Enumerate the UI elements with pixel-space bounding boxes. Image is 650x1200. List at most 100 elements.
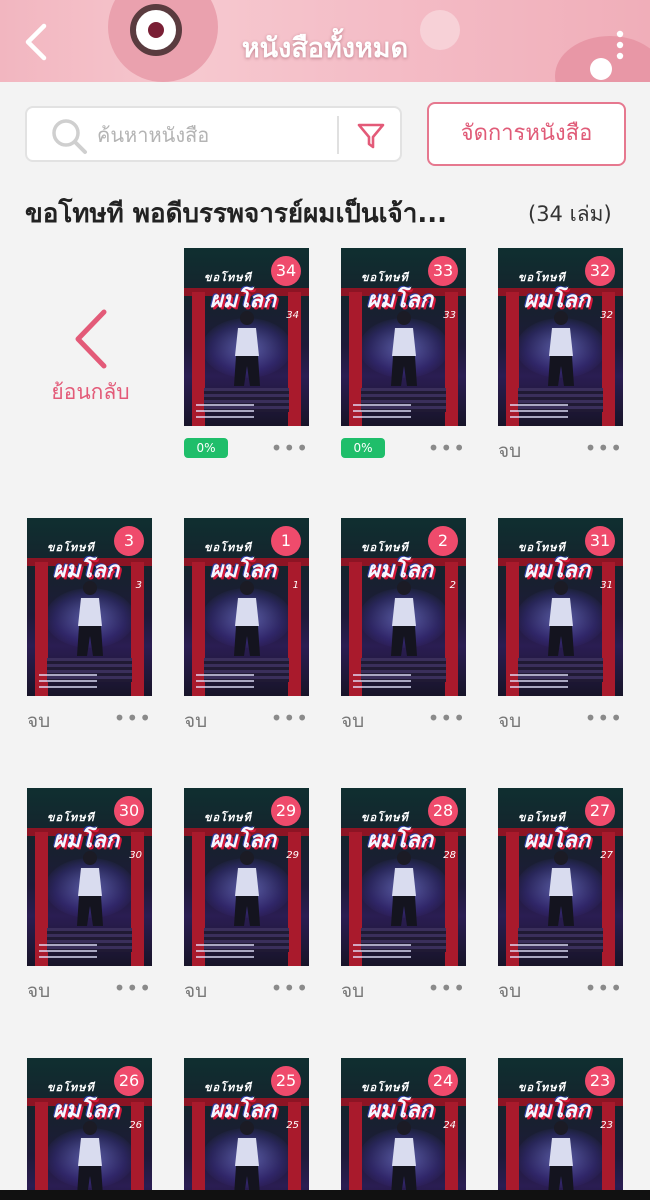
more-options-icon[interactable]: ••• xyxy=(585,976,623,1000)
book-cover[interactable]: ขอโทษที ผมโลก 34 34 xyxy=(184,248,309,426)
book-status: จบ xyxy=(184,980,208,1002)
book-cover[interactable]: ขอโทษที ผมโลก 27 27 xyxy=(498,788,623,966)
manage-books-button[interactable]: จัดการหนังสือ xyxy=(427,102,626,166)
reading-progress-badge: 0% xyxy=(341,438,385,458)
cover-logo-title: ผมโลก xyxy=(210,558,277,583)
book-cover[interactable]: ขอโทษที ผมโลก 2 2 xyxy=(341,518,466,696)
cover-credits xyxy=(353,940,411,958)
book-cover[interactable]: ขอโทษที ผมโลก 3 3 xyxy=(27,518,152,696)
book-item[interactable]: ขอโทษที ผมโลก 26 26 xyxy=(27,1058,152,1200)
cover-credit-line xyxy=(196,416,254,418)
book-item[interactable]: ขอโทษที ผมโลก 2 2 จบ ••• xyxy=(341,518,466,733)
cover-torii-pillar xyxy=(602,1102,615,1200)
back-label: ย้อนกลับ xyxy=(51,380,130,404)
cover-character-illustration xyxy=(391,1121,417,1196)
filter-icon[interactable] xyxy=(355,120,387,152)
book-cover[interactable]: ขอโทษที ผมโลก 31 31 xyxy=(498,518,623,696)
book-cover[interactable]: ขอโทษที ผมโลก 24 24 xyxy=(341,1058,466,1200)
cover-credit-line xyxy=(510,944,568,946)
book-item[interactable]: ขอโทษที ผมโลก 25 25 xyxy=(184,1058,309,1200)
more-options-icon[interactable]: ••• xyxy=(585,436,623,460)
cover-volume-mark: 26 xyxy=(129,1120,142,1131)
cover-credit-line xyxy=(196,686,254,688)
book-cover[interactable]: ขอโทษที ผมโลก 29 29 xyxy=(184,788,309,966)
cover-logo-title: ผมโลก xyxy=(367,558,434,583)
more-options-icon[interactable]: ••• xyxy=(271,706,309,730)
cover-logo-title: ผมโลก xyxy=(53,558,120,583)
book-cover[interactable]: ขอโทษที ผมโลก 30 30 xyxy=(27,788,152,966)
book-item[interactable]: ขอโทษที ผมโลก 29 29 จบ ••• xyxy=(184,788,309,1003)
book-item[interactable]: ขอโทษที ผมโลก 33 33 0% ••• xyxy=(341,248,466,463)
cover-credits xyxy=(510,670,568,688)
cover-credit-line xyxy=(510,674,568,676)
cover-credit-line xyxy=(510,956,568,958)
book-item[interactable]: ขอโทษที ผมโลก 32 32 จบ ••• xyxy=(498,248,623,463)
more-options-icon[interactable]: ••• xyxy=(114,976,152,1000)
book-cover[interactable]: ขอโทษที ผมโลก 28 28 xyxy=(341,788,466,966)
cover-torii-pillar xyxy=(35,1102,48,1200)
chevron-left-icon xyxy=(75,309,107,369)
book-item[interactable]: ขอโทษที ผมโลก 24 24 xyxy=(341,1058,466,1200)
book-item[interactable]: ขอโทษที ผมโลก 3 3 จบ ••• xyxy=(27,518,152,733)
book-item[interactable]: ขอโทษที ผมโลก 28 28 จบ ••• xyxy=(341,788,466,1003)
cover-credit-line xyxy=(196,680,254,682)
book-cover[interactable]: ขอโทษที ผมโลก 25 25 xyxy=(184,1058,309,1200)
more-options-icon[interactable]: ••• xyxy=(585,706,623,730)
more-options-icon[interactable]: ••• xyxy=(428,706,466,730)
cover-logo-title: ผมโลก xyxy=(367,288,434,313)
cover-character-illustration xyxy=(548,581,574,656)
more-vertical-icon[interactable] xyxy=(616,30,624,60)
more-options-icon[interactable]: ••• xyxy=(428,436,466,460)
cover-credits xyxy=(39,940,97,958)
cover-torii-pillar xyxy=(288,1102,301,1200)
search-bar[interactable] xyxy=(25,106,402,162)
cover-credit-line xyxy=(510,404,568,406)
cover-volume-mark: 31 xyxy=(600,580,613,591)
cover-credit-line xyxy=(39,956,97,958)
cover-logo-title: ผมโลก xyxy=(524,828,591,853)
more-options-icon[interactable]: ••• xyxy=(271,436,309,460)
more-options-icon[interactable]: ••• xyxy=(428,976,466,1000)
cover-character-illustration xyxy=(548,851,574,926)
volume-badge: 23 xyxy=(585,1066,615,1096)
book-item[interactable]: ขอโทษที ผมโลก 27 27 จบ ••• xyxy=(498,788,623,1003)
book-item[interactable]: ขอโทษที ผมโลก 23 23 xyxy=(498,1058,623,1200)
book-item[interactable]: ขอโทษที ผมโลก 30 30 จบ ••• xyxy=(27,788,152,1003)
book-item[interactable]: ขอโทษที ผมโลก 1 1 จบ ••• xyxy=(184,518,309,733)
book-item[interactable]: ขอโทษที ผมโลก 34 34 0% ••• xyxy=(184,248,309,463)
book-cover[interactable]: ขอโทษที ผมโลก 26 26 xyxy=(27,1058,152,1200)
book-cover[interactable]: ขอโทษที ผมโลก 33 33 xyxy=(341,248,466,426)
cover-volume-mark: 3 xyxy=(135,580,142,591)
cover-credits xyxy=(510,940,568,958)
cover-credit-line xyxy=(196,944,254,946)
cover-credit-line xyxy=(39,674,97,676)
volume-badge: 3 xyxy=(114,526,144,556)
cover-volume-mark: 30 xyxy=(129,850,142,861)
cover-logo-title: ผมโลก xyxy=(53,828,120,853)
cover-character-illustration xyxy=(234,311,260,386)
cover-logo-title: ผมโลก xyxy=(53,1098,120,1123)
more-options-icon[interactable]: ••• xyxy=(271,976,309,1000)
book-cover[interactable]: ขอโทษที ผมโลก 1 1 xyxy=(184,518,309,696)
more-options-icon[interactable]: ••• xyxy=(114,706,152,730)
search-divider xyxy=(337,116,339,154)
cover-credit-line xyxy=(510,410,568,412)
cover-volume-mark: 27 xyxy=(600,850,613,861)
cover-torii-pillar xyxy=(131,1102,144,1200)
book-status: จบ xyxy=(498,980,522,1002)
cover-logo-title: ผมโลก xyxy=(367,1098,434,1123)
cover-credit-line xyxy=(196,404,254,406)
book-item[interactable]: ขอโทษที ผมโลก 31 31 จบ ••• xyxy=(498,518,623,733)
cover-credits xyxy=(39,670,97,688)
cover-credits xyxy=(510,400,568,418)
cover-torii-pillar xyxy=(349,1102,362,1200)
back-tile[interactable]: ย้อนกลับ xyxy=(28,248,153,426)
system-nav-bar xyxy=(0,1190,650,1200)
cover-torii-pillar xyxy=(192,1102,205,1200)
book-cover[interactable]: ขอโทษที ผมโลก 23 23 xyxy=(498,1058,623,1200)
cover-credit-line xyxy=(510,680,568,682)
search-input[interactable] xyxy=(97,116,352,154)
cover-character-illustration xyxy=(548,311,574,386)
cover-credit-line xyxy=(39,950,97,952)
book-cover[interactable]: ขอโทษที ผมโลก 32 32 xyxy=(498,248,623,426)
